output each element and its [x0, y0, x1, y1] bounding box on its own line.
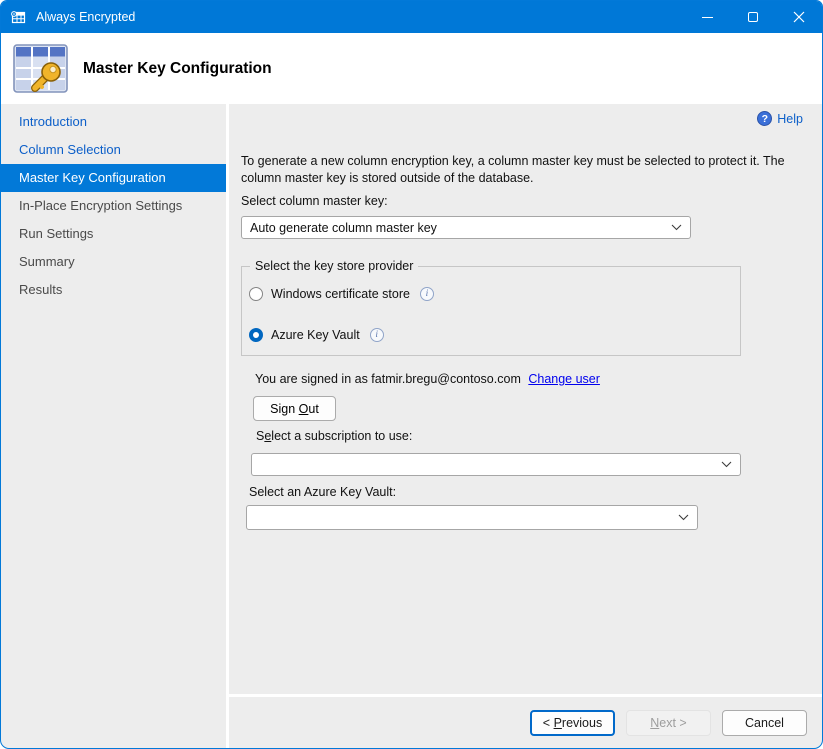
info-icon[interactable]: i	[370, 328, 384, 342]
sign-out-label: Sign	[270, 402, 299, 416]
sidebar-item-introduction[interactable]: Introduction	[1, 108, 226, 136]
content-column: ? Help To generate a new column encrypti…	[229, 104, 822, 748]
akv-dropdown[interactable]	[246, 505, 698, 530]
maximize-icon	[748, 12, 758, 22]
key-store-provider-group: Select the key store provider Windows ce…	[241, 266, 741, 356]
wizard-body: Introduction Column Selection Master Key…	[1, 104, 822, 748]
page-title: Master Key Configuration	[83, 60, 272, 78]
akv-select-label: Select an Azure Key Vault:	[249, 485, 396, 499]
always-encrypted-window: Always Encrypted	[0, 0, 823, 749]
always-encrypted-app-icon	[10, 9, 27, 26]
key-store-provider-group-title: Select the key store provider	[250, 259, 418, 274]
wizard-steps-sidebar: Introduction Column Selection Master Key…	[1, 104, 226, 748]
sidebar-item-column-selection[interactable]: Column Selection	[1, 136, 226, 164]
sidebar-item-results[interactable]: Results	[1, 276, 226, 304]
maximize-button[interactable]	[730, 1, 776, 33]
close-icon	[793, 11, 805, 23]
previous-button[interactable]: < Previous	[530, 710, 615, 736]
sidebar-item-master-key-configuration[interactable]: Master Key Configuration	[1, 164, 226, 192]
subscription-dropdown[interactable]	[251, 453, 741, 476]
sign-out-button[interactable]: Sign Out	[253, 396, 336, 421]
cmk-select-label: Select column master key:	[241, 194, 388, 208]
next-button[interactable]: Next >	[626, 710, 711, 736]
change-user-link[interactable]: Change user	[528, 372, 600, 386]
info-icon[interactable]: i	[420, 287, 434, 301]
chevron-down-icon	[721, 461, 732, 468]
cmk-dropdown-value: Auto generate column master key	[250, 221, 437, 235]
radio-icon	[249, 328, 263, 342]
signed-in-text: You are signed in as fatmir.bregu@contos…	[255, 372, 521, 386]
window-controls	[684, 1, 822, 33]
master-key-configuration-page: ? Help To generate a new column encrypti…	[229, 104, 822, 694]
sidebar-item-run-settings[interactable]: Run Settings	[1, 220, 226, 248]
chevron-down-icon	[671, 224, 682, 231]
cancel-button[interactable]: Cancel	[722, 710, 807, 736]
wizard-footer: < Previous Next > Cancel	[229, 697, 822, 748]
windows-certificate-store-radio[interactable]: Windows certificate store i	[249, 287, 434, 301]
windows-certificate-store-label: Windows certificate store	[271, 287, 410, 301]
window-title: Always Encrypted	[36, 10, 684, 24]
minimize-button[interactable]	[684, 1, 730, 33]
wizard-header: Master Key Configuration	[1, 33, 822, 104]
titlebar: Always Encrypted	[1, 1, 822, 33]
help-icon: ?	[757, 111, 772, 126]
sidebar-item-summary[interactable]: Summary	[1, 248, 226, 276]
chevron-down-icon	[678, 514, 689, 521]
radio-icon	[249, 287, 263, 301]
cmk-dropdown[interactable]: Auto generate column master key	[241, 216, 691, 239]
minimize-icon	[702, 17, 713, 18]
azure-key-vault-label: Azure Key Vault	[271, 328, 360, 342]
help-label: Help	[777, 112, 803, 126]
page-description: To generate a new column encryption key,…	[241, 153, 793, 186]
help-link[interactable]: ? Help	[757, 111, 803, 126]
table-key-icon	[12, 42, 70, 96]
sidebar-item-in-place-encryption-settings[interactable]: In-Place Encryption Settings	[1, 192, 226, 220]
subscription-select-label: Select a subscription to use:	[256, 429, 412, 443]
close-button[interactable]	[776, 1, 822, 33]
azure-key-vault-radio[interactable]: Azure Key Vault i	[249, 328, 384, 342]
signed-in-status: You are signed in as fatmir.bregu@contos…	[255, 372, 600, 386]
